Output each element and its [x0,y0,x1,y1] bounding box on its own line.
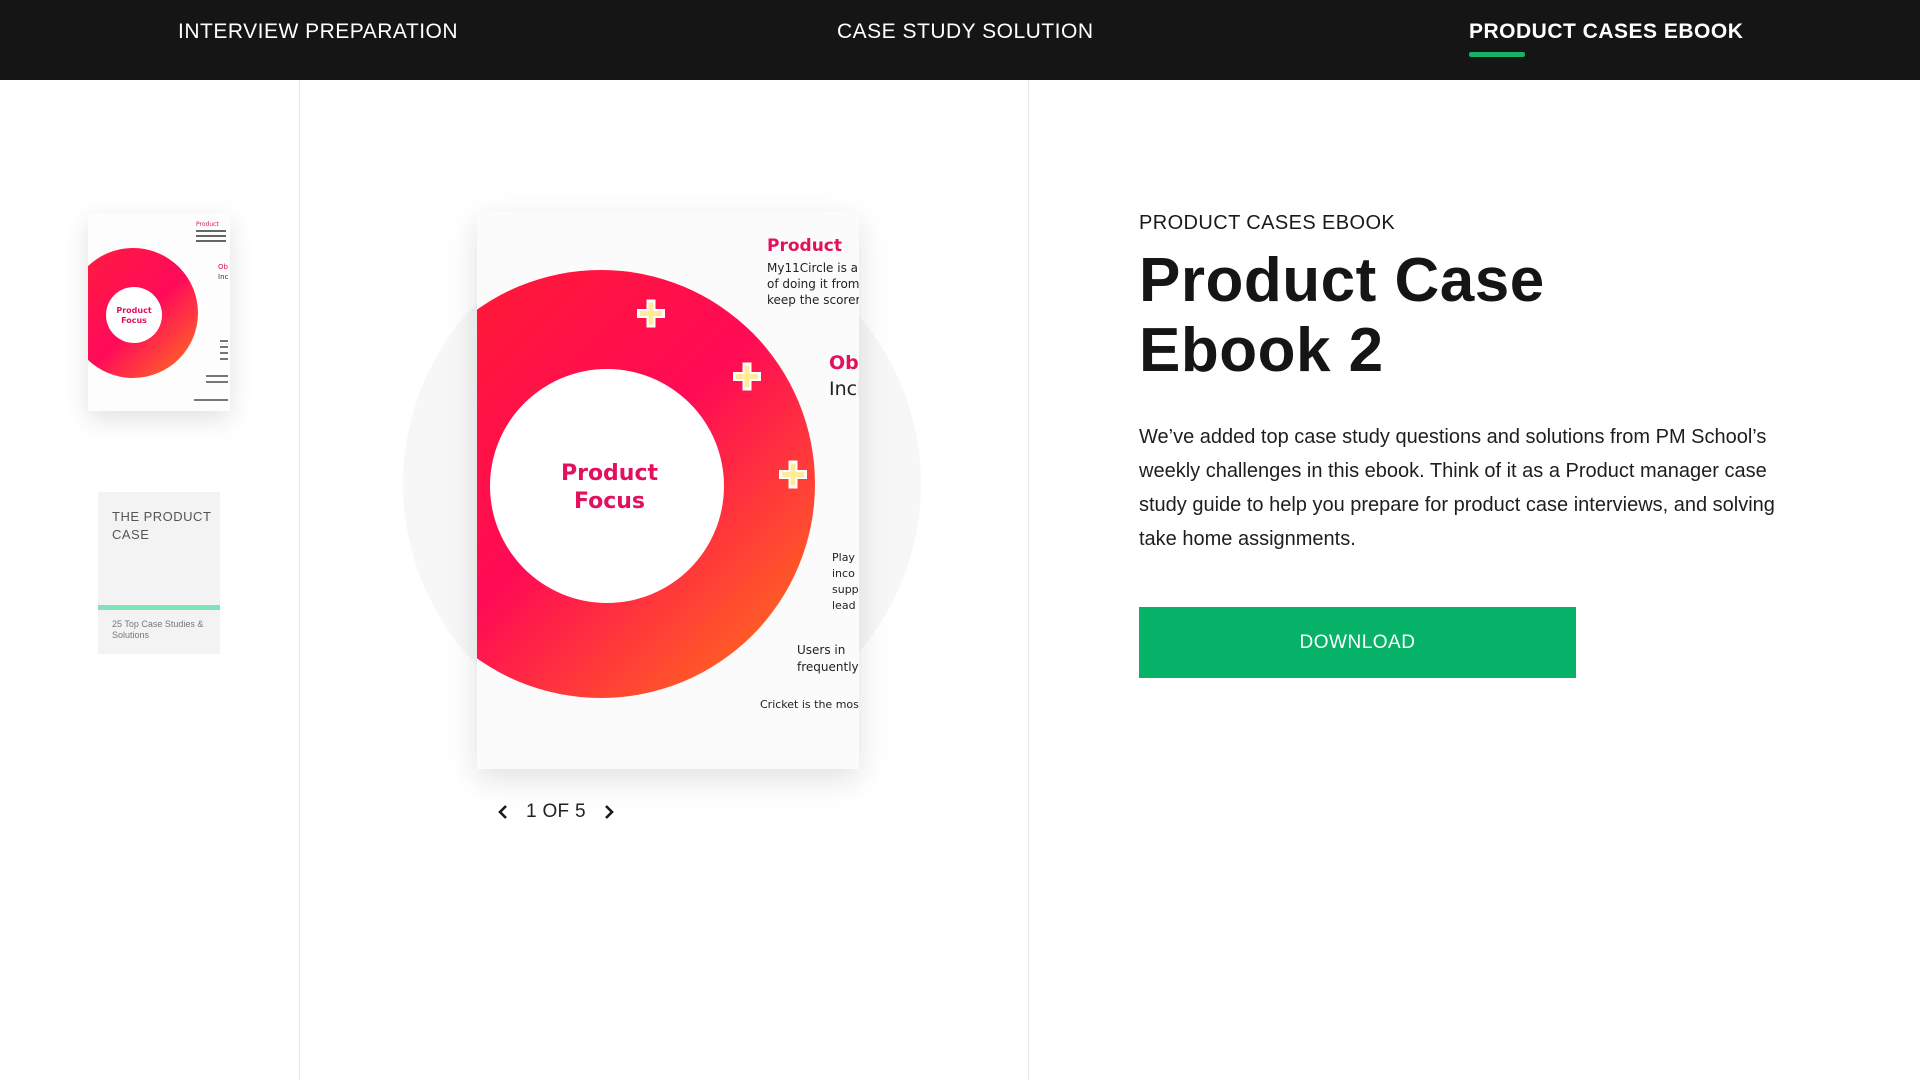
svg-text:Inc: Inc [218,273,229,281]
thumbnail-page-1[interactable]: Product Focus Product Ob Inc [88,213,230,411]
preview-body-text: My11Circle is an i of doing it from keep… [767,260,859,308]
svg-text:Product: Product [116,306,151,315]
preview-side-subheading: Inci [829,378,859,400]
ebook-page-preview: Product Focus Product My11Circle is an i… [477,212,859,769]
preview-side-line: supp [832,583,859,596]
preview-side-line: inco [832,567,855,580]
svg-text:Focus: Focus [121,316,147,325]
preview-users-line: frequently [797,660,859,674]
preview-users-line: Users in [797,643,846,657]
thumbnail-cover-subtitle: 25 Top Case Studies & Solutions [112,619,204,640]
column-divider-left [299,80,300,1080]
nav-interview-preparation[interactable]: INTERVIEW PREPARATION [178,0,458,80]
column-divider-right [1028,80,1029,1080]
preview-footer-line: Cricket is the most [760,698,859,711]
product-eyebrow: PRODUCT CASES EBOOK [1139,212,1396,234]
thumbnail-cover-title: THE PRODUCT CASE [112,509,212,542]
nav-case-study-solution[interactable]: CASE STUDY SOLUTION [837,0,1094,80]
svg-text:Product: Product [196,221,219,228]
chevron-right-icon[interactable] [596,797,622,827]
preview-side-line: lead [832,599,856,612]
top-navigation: INTERVIEW PREPARATION CASE STUDY SOLUTIO… [0,0,1920,80]
thumbnail-ring-graphic: Product Focus Product Ob Inc [88,221,229,401]
nav-product-cases-ebook[interactable]: PRODUCT CASES EBOOK [1469,0,1743,80]
active-tab-indicator [1469,52,1525,57]
preview-side-line: Play [832,551,855,564]
nav-product-cases-ebook-label: PRODUCT CASES EBOOK [1469,20,1744,43]
preview-body-line: My11Circle is an i [767,261,859,275]
thumbnail-cover-accent-bar [98,605,220,610]
preview-users-text: Users in frequently [797,642,859,676]
page-title: Product Case Ebook 2 [1139,246,1545,385]
preview-side-text: Play inco supp lead [832,550,859,614]
preview-heading: Product [767,236,842,256]
thumbnail-page-2[interactable]: THE PRODUCT CASE 25 Top Case Studies & S… [98,492,220,654]
preview-side-heading: Ob [829,352,859,374]
download-button[interactable]: DOWNLOAD [1139,607,1576,678]
svg-text:Ob: Ob [218,263,229,271]
preview-body-line: of doing it from [767,277,859,291]
page-pager: 1 OF 5 [490,797,622,827]
chevron-left-icon[interactable] [490,797,516,827]
preview-center-title: Product Focus [560,461,659,514]
page-indicator: 1 OF 5 [526,801,586,822]
preview-body-line: keep the scorers [767,293,859,307]
product-description: We’ve added top case study questions and… [1139,426,1775,550]
